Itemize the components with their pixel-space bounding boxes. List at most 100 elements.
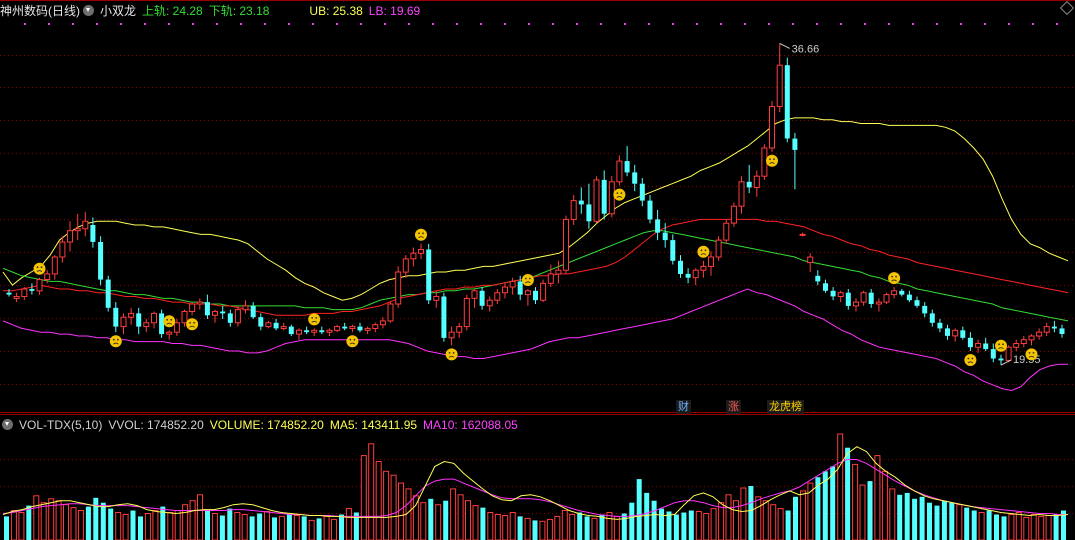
candle-up xyxy=(265,322,272,328)
candle-up xyxy=(418,249,424,254)
volume-bar-up xyxy=(234,512,241,540)
candle-up xyxy=(296,329,302,335)
volume-bar-up xyxy=(1015,512,1022,540)
candle-up xyxy=(593,179,600,222)
header-dot xyxy=(1032,23,1034,25)
candle-down xyxy=(624,161,630,173)
candle-up xyxy=(395,271,402,305)
indicator-name[interactable]: 小双龙 xyxy=(100,4,136,18)
volume-bar-up xyxy=(1038,515,1045,540)
volume-bar-down xyxy=(227,508,233,540)
volume-bar-up xyxy=(502,515,509,540)
sad-face-icon xyxy=(964,354,977,366)
header-dot xyxy=(456,23,458,25)
sad-face-eye xyxy=(525,277,527,280)
candle-down xyxy=(479,290,485,306)
header-dot xyxy=(672,23,674,25)
volume-bar-down xyxy=(272,517,277,540)
volume-bar-up xyxy=(375,461,382,540)
candle-up xyxy=(1005,346,1012,361)
volume-bar-down xyxy=(964,507,970,540)
candle-down xyxy=(929,313,935,323)
dragon-tiger-badge[interactable]: 龙虎榜 xyxy=(767,400,804,414)
candle-down xyxy=(990,349,996,359)
volume-bar-down xyxy=(443,500,449,540)
candle-down xyxy=(220,311,226,314)
candle-down xyxy=(6,292,12,295)
candle-down xyxy=(655,219,661,233)
candle-up xyxy=(753,175,760,188)
volume-bar-down xyxy=(428,498,434,540)
sad-face-eye xyxy=(620,192,623,195)
candle-up xyxy=(875,301,882,305)
candle-down xyxy=(830,290,836,297)
sad-face-eye xyxy=(773,158,775,161)
candle-up xyxy=(730,205,737,224)
header-dot xyxy=(528,23,530,25)
price-header: 神州数码(日线) 小双龙 上轨: 24.28 下轨: 23.18 UB: 25.38 LB… xyxy=(0,2,426,20)
sad-face-icon xyxy=(888,272,901,285)
header-dot xyxy=(120,23,122,25)
candle-down xyxy=(792,138,798,150)
header-dot xyxy=(360,23,362,25)
candle-down xyxy=(98,242,104,280)
candle-up xyxy=(563,218,569,271)
volume-bar-up xyxy=(383,470,390,540)
header-dot xyxy=(48,23,50,25)
volume-bar-up xyxy=(852,463,859,540)
volume-bar-up xyxy=(509,512,516,540)
candle-down xyxy=(159,313,165,335)
candle-down xyxy=(685,273,691,278)
header-dot xyxy=(984,23,986,25)
header-dot xyxy=(576,23,578,25)
volume-bar-down xyxy=(108,508,114,540)
header-dot xyxy=(384,23,386,25)
candle-up xyxy=(410,252,417,260)
header-dot xyxy=(408,23,410,25)
candle-down xyxy=(868,292,874,304)
volume-bar-up xyxy=(859,484,866,540)
finance-badge[interactable]: 财 xyxy=(676,400,691,414)
volume-bar-down xyxy=(867,481,873,540)
volume-bar-up xyxy=(874,455,881,540)
sad-face-eye xyxy=(1028,352,1031,354)
volume-bar-up xyxy=(472,505,479,540)
limit-up-badge[interactable]: 涨 xyxy=(726,400,741,414)
volume-menu-icon[interactable] xyxy=(2,419,13,430)
volume-bar-down xyxy=(480,507,486,540)
volume-indicator-name[interactable]: VOL-TDX(5,10) xyxy=(19,418,102,432)
sad-face-eye xyxy=(452,352,455,354)
volume-bar-up xyxy=(546,518,553,540)
candle-up xyxy=(166,331,173,335)
volume-bar-up xyxy=(718,502,725,540)
sad-face-eye xyxy=(193,321,196,324)
volume-bar-up xyxy=(144,513,151,540)
header-dot xyxy=(240,23,242,25)
kline-chart: 36.6619.55 xyxy=(0,0,1075,540)
candle-up xyxy=(1028,335,1035,341)
volume-bar-up xyxy=(278,515,285,540)
candle-up xyxy=(448,331,455,339)
volume-bar-down xyxy=(85,506,91,540)
candle-down xyxy=(906,294,912,301)
sad-face-eye xyxy=(112,338,115,341)
sad-face-eye xyxy=(36,266,39,269)
candle-up xyxy=(326,329,333,333)
volume-bar-up xyxy=(613,515,620,540)
volume-bar-down xyxy=(666,511,672,540)
volume-bar-up xyxy=(457,494,464,540)
volume-bar-up xyxy=(122,514,129,540)
candle-down xyxy=(678,260,683,274)
indicator-menu-icon[interactable] xyxy=(83,5,94,16)
candle-up xyxy=(212,311,218,316)
volume-bar-up xyxy=(197,494,203,540)
sad-face-eye xyxy=(116,338,119,341)
volume-bar-down xyxy=(971,510,977,540)
candle-up xyxy=(51,256,58,275)
candle-down xyxy=(586,204,592,222)
candle-up xyxy=(82,220,89,230)
volume-bar-up xyxy=(398,482,404,540)
candle-up xyxy=(975,343,982,348)
volume-bar-up xyxy=(978,512,985,540)
header-dot xyxy=(912,23,914,25)
